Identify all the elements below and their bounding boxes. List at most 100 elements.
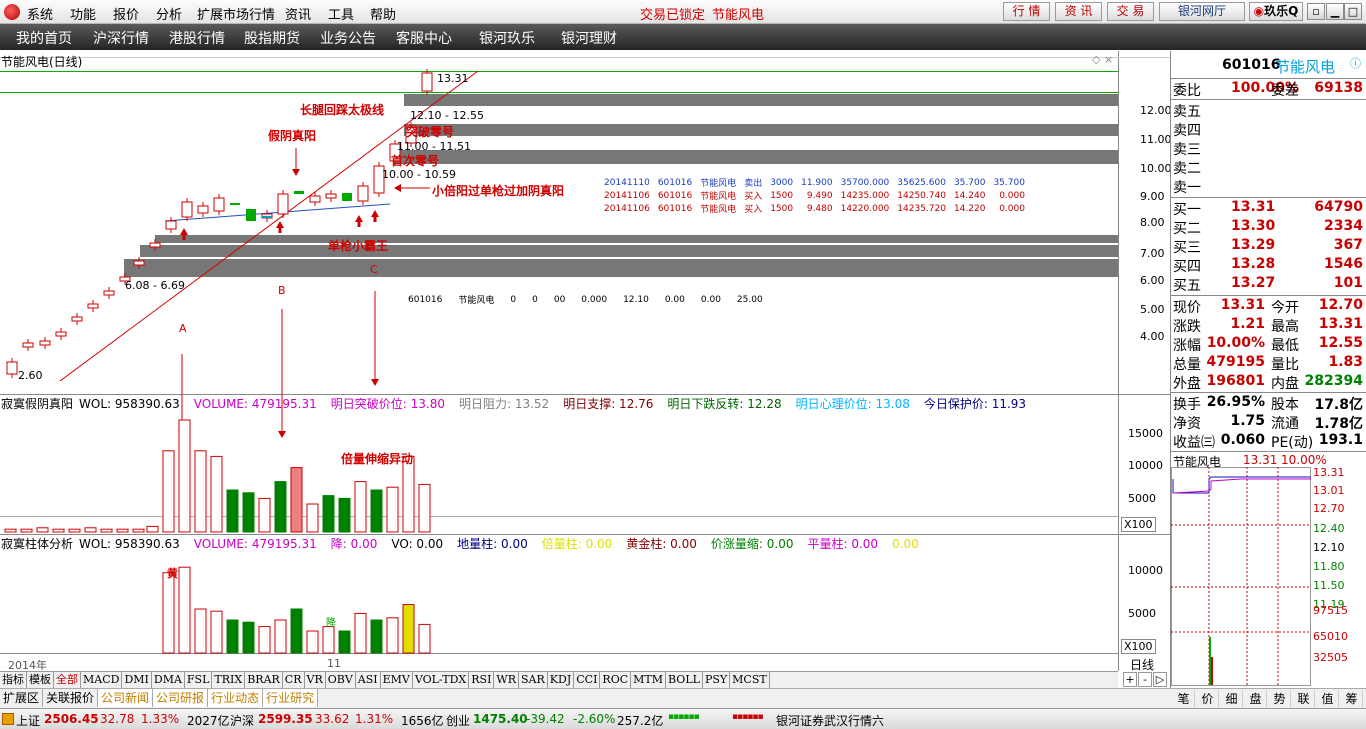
trade-button[interactable]: 交 易 [1107,2,1154,21]
position-row: 601016 节能风电 0 0 00 0.000 12.10 0.00 0.00 25.00 [400,293,771,307]
extension-tab[interactable]: 扩展区 [0,689,44,707]
indicator-tab[interactable]: FSL [185,672,213,688]
mini-price-tick: 12.70 [1313,502,1345,515]
vol-axis-tick: 15000 [1128,427,1163,440]
indicator-tab[interactable]: 全部 [54,672,81,688]
menu-system[interactable]: 系统 [27,4,53,23]
indicator-tab[interactable]: WR [494,672,520,688]
indicator-tab[interactable]: MCST [730,672,770,688]
indicator-tab[interactable]: BOLL [666,672,703,688]
volume-bar [354,481,367,533]
mini-tab[interactable]: 势 [1269,690,1291,707]
extension-tab[interactable]: 公司新闻 [98,689,154,707]
indicator-tab[interactable]: MACD [81,672,123,688]
menu-analysis[interactable]: 分析 [156,4,182,23]
mini-tab[interactable]: 细 [1221,690,1243,707]
candle-body [309,195,321,203]
buy-level-row: 买二 13.30 2334 [1173,218,1365,237]
panel-menu-button[interactable]: ▷ [1153,672,1167,687]
stat-row: 涨幅 10.00% 最低 12.55 [1173,335,1365,354]
buy-level-row: 买五 13.27 101 [1173,275,1365,294]
indicator-tab[interactable]: ROC [600,672,632,688]
minimize-icon[interactable]: ▁ [1326,3,1344,20]
extension-tab[interactable]: 行业动态 [208,689,264,707]
info-icon[interactable]: ⓘ [1350,55,1361,71]
fun-q-button[interactable]: ◉玖乐Q [1249,2,1303,21]
menu-extended-market[interactable]: 扩展市场行情 [197,4,275,23]
mini-tab[interactable]: 联 [1293,690,1315,707]
indicator-tab[interactable]: EMV [381,672,413,688]
indicator-tab[interactable]: KDJ [548,672,575,688]
quote-cell: 买二 [1173,221,1201,237]
trade-record-cell: 601016 [657,203,693,214]
panel-value: 0.00 [892,537,919,551]
nav-futures[interactable]: 股指期货 [244,28,300,48]
zoom-in-button[interactable]: + [1123,672,1137,687]
indicator-tab[interactable]: DMA [152,672,185,688]
candle-body [325,193,337,199]
indicator-tab[interactable]: 指标 [0,672,27,688]
nav-service[interactable]: 客服中心 [396,28,452,48]
indicator-tab[interactable]: OBV [326,672,356,688]
indicator-tab[interactable]: VOL-TDX [413,672,470,688]
indicator-tab[interactable]: CR [283,672,305,688]
indicator-tab[interactable]: MTM [631,672,667,688]
sh-pct: 1.33% [141,712,180,726]
nav-hk-market[interactable]: 港股行情 [169,28,225,48]
extension-tab[interactable]: 行业研究 [263,689,319,707]
nav-jiule[interactable]: 银河玖乐 [479,28,535,48]
mini-chart-pct: 10.00% [1281,453,1327,467]
panel-value: 降: 0.00 [330,537,378,551]
indicator-tab[interactable]: BRAR [245,672,283,688]
trade-record-row: 20141106 601016 节能风电 买入 1500 9.480 14220.000 14… [600,202,1029,216]
online-hall-button[interactable]: 银河网厅 [1159,2,1245,21]
mini-chart-price: 13.31 [1243,453,1278,467]
indicator-tab[interactable]: DMI [122,672,152,688]
maximize-icon[interactable]: □ [1344,3,1362,20]
hs-value: 2599.35 [258,712,313,726]
menu-help[interactable]: 帮助 [370,4,396,23]
indicator-tab[interactable]: VR [305,672,326,688]
quote-header: 601016 节能风电 ⓘ [1171,51,1366,79]
indicator-tab[interactable]: RSI [469,672,495,688]
zoom-out-button[interactable]: - [1138,672,1152,687]
volume-bar [84,527,97,533]
indicator-tab[interactable]: CCI [574,672,601,688]
quote-cell: 64790 [1314,199,1363,215]
mini-tab[interactable]: 盘 [1245,690,1267,707]
nav-home[interactable]: 我的首页 [16,28,72,48]
trade-record-cell: 1500 [770,203,794,214]
menu-quote[interactable]: 报价 [113,4,139,23]
mini-tab[interactable]: 筹 [1341,690,1363,707]
panel-value: 地量柱: 0.00 [457,537,528,551]
indicator-tab[interactable]: TRIX [212,672,246,688]
sh-amount: 2027亿 [187,714,230,728]
nav-announcements[interactable]: 业务公告 [320,28,376,48]
sell-level-row: 卖三 [1173,139,1365,158]
menu-tools[interactable]: 工具 [328,4,354,23]
extension-tab[interactable]: 公司研报 [153,689,209,707]
info-button[interactable]: 资 讯 [1055,2,1102,21]
mini-tab[interactable]: 笔 [1173,690,1195,707]
price-axis-tick: 6.00 [1140,274,1165,287]
trade-record-cell: 14235.720 [897,203,946,214]
indicator-tab[interactable]: SAR [519,672,548,688]
panel-name: 寂寞柱体分析 [1,537,74,551]
month-label: 11 [327,657,341,670]
position-table: 601016 节能风电 0 0 00 0.000 12.10 0.00 0.00 25.00 [400,293,771,307]
extension-tab[interactable]: 关联报价 [43,689,99,707]
menu-news[interactable]: 资讯 [285,4,311,23]
mini-tab[interactable]: 值 [1317,690,1339,707]
quote-cell: 1546 [1324,256,1363,272]
menu-function[interactable]: 功能 [70,4,96,23]
indicator-tab[interactable]: PSY [703,672,731,688]
indicator-tab[interactable]: 模板 [27,672,54,688]
quote-button[interactable]: 行 情 [1003,2,1050,21]
chart-area[interactable]: 节能风电(日线) ◇ × 13.31 2.60 12.10 - 12.55 11… [0,51,1172,672]
indicator-tab[interactable]: ASI [356,672,381,688]
nav-hs-market[interactable]: 沪深行情 [93,28,149,48]
nav-finance[interactable]: 银河理财 [561,28,617,48]
menu-restore-icon[interactable]: ▫ [1307,3,1325,20]
chart-settings-icon[interactable]: ◇ × [1092,53,1113,66]
mini-tab[interactable]: 价 [1197,690,1219,707]
